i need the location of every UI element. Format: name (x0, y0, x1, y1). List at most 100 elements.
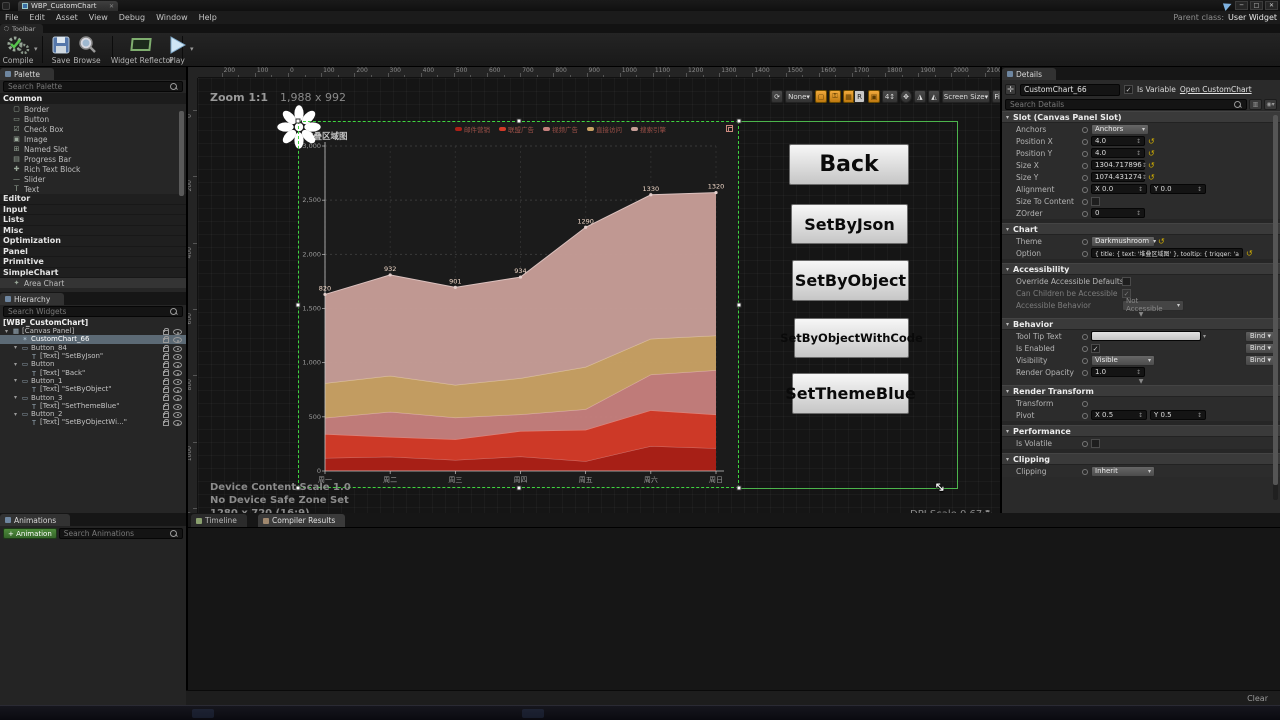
palette-category-lists[interactable]: Lists (0, 215, 186, 226)
position-x-field[interactable]: 4.0↕ (1091, 136, 1145, 146)
hierarchy-row-button-2[interactable]: ▾▭Button_2 (0, 410, 186, 418)
compiler-results-tab[interactable]: Compiler Results (258, 514, 345, 527)
hierarchy-row-customchart-66[interactable]: ✶CustomChart_66 (0, 335, 186, 343)
taskbar-item[interactable] (192, 709, 214, 718)
palette-item-button[interactable]: ▭Button (0, 114, 186, 124)
lock-icon[interactable] (163, 413, 169, 418)
lock-icon[interactable] (163, 388, 169, 393)
document-tab[interactable]: WBP_CustomChart ✕ (18, 1, 118, 11)
selection-handle[interactable] (296, 119, 301, 124)
canvas-button-setthemeblue[interactable]: SetThemeBlue (792, 373, 909, 414)
hierarchy-row--text-back-[interactable]: Ｔ[Text] "Back" (0, 368, 186, 376)
visibility-bind-button[interactable]: Bind▾ (1245, 355, 1276, 366)
hierarchy-search-input[interactable]: Search Widgets (3, 306, 183, 317)
selection-handle[interactable] (737, 119, 742, 124)
visibility-eye-icon[interactable] (173, 387, 182, 393)
pixel-snap-button[interactable]: ▣ (868, 90, 880, 103)
palette-item-check-box[interactable]: ☑Check Box (0, 124, 186, 134)
lock-icon[interactable] (163, 371, 169, 376)
palette-search-input[interactable]: Search Palette (3, 81, 183, 92)
hierarchy-row-button-84[interactable]: ▾▭Button_84 (0, 344, 186, 352)
palette-item-border[interactable]: ▢Border (0, 104, 186, 114)
menu-item-file[interactable]: File (5, 13, 18, 22)
tooltip-bind-button[interactable]: Bind▾ (1245, 331, 1276, 342)
section-performance[interactable]: ▾Performance (1002, 425, 1280, 437)
menu-item-edit[interactable]: Edit (29, 13, 45, 22)
play-options-caret[interactable]: ▾ (190, 45, 194, 53)
expand-arrow-icon[interactable]: ▾ (12, 344, 19, 351)
alignment-x-field[interactable]: X 0.0↕ (1091, 184, 1147, 194)
add-animation-button[interactable]: + Animation (3, 528, 57, 539)
menu-item-window[interactable]: Window (156, 13, 188, 22)
palette-tab[interactable]: Palette (0, 68, 54, 80)
animations-tab[interactable]: Animations (0, 514, 70, 526)
is-volatile-checkbox[interactable] (1091, 439, 1100, 448)
canvas-button-setbyobjectwithcode[interactable]: SetByObjectWithCode (794, 318, 909, 358)
hierarchy-root[interactable]: [WBP_CustomChart] (0, 318, 186, 327)
details-search-input[interactable]: Search Details (1005, 99, 1247, 110)
pivot-y-field[interactable]: Y 0.5↕ (1150, 410, 1206, 420)
clear-button[interactable]: Clear (1247, 694, 1268, 703)
palette-item-slider[interactable]: —Slider (0, 174, 186, 184)
palette-category-panel[interactable]: Panel (0, 247, 186, 258)
lock-toggle-button[interactable]: ⚿ (829, 90, 841, 103)
outline-toggle-button[interactable]: ▢ (815, 90, 827, 103)
preview-background-button[interactable]: ◮ (914, 90, 926, 103)
visibility-eye-icon[interactable] (173, 329, 182, 335)
selection-handle[interactable] (516, 119, 521, 124)
hierarchy-row--text-setbyobject-[interactable]: Ｔ[Text] "SetByObject" (0, 385, 186, 393)
palette-category-optimization[interactable]: Optimization (0, 236, 186, 247)
designer-viewport[interactable]: 2001000100200300400500600700800900100011… (188, 67, 1000, 513)
revert-icon[interactable]: ↺ (1158, 237, 1165, 246)
move-widget-button[interactable]: ✥ (900, 90, 912, 103)
screen-size-dropdown[interactable]: Screen Size▾ (942, 90, 990, 103)
lock-icon[interactable] (163, 363, 169, 368)
revert-icon[interactable]: ↺ (1148, 173, 1155, 182)
grid-snap-size-stepper[interactable]: 4↕ (882, 90, 898, 103)
browse-button[interactable]: Browse (70, 35, 104, 65)
section-clipping[interactable]: ▾Clipping (1002, 453, 1280, 465)
zorder-field[interactable]: 0↕ (1091, 208, 1145, 218)
palette-category-misc[interactable]: Misc (0, 226, 186, 237)
visibility-eye-icon[interactable] (173, 337, 182, 343)
hierarchy-row-button-1[interactable]: ▾▭Button_1 (0, 377, 186, 385)
advanced-expander[interactable]: ▼ (1002, 378, 1280, 385)
selection-handle[interactable] (516, 486, 521, 491)
canvas-button-setbyjson[interactable]: SetByJson (791, 204, 908, 244)
palette-item-image[interactable]: ▣Image (0, 134, 186, 144)
lock-icon[interactable] (163, 421, 169, 426)
feedback-icon[interactable] (1223, 1, 1233, 11)
selection-handle[interactable] (296, 302, 301, 307)
visibility-eye-icon[interactable] (173, 395, 182, 401)
visibility-eye-icon[interactable] (173, 370, 182, 376)
canvas-button-setbyobject[interactable]: SetByObject (792, 260, 909, 301)
fill-screen-dropdown[interactable]: Fill Screen▾ (992, 90, 1000, 103)
lock-icon[interactable] (163, 338, 169, 343)
tooltip-text-field[interactable] (1091, 331, 1201, 341)
canvas-button-back[interactable]: Back (789, 144, 909, 185)
compile-button[interactable]: Compile (1, 35, 35, 65)
anchors-dropdown[interactable]: Anchors▾ (1091, 124, 1149, 135)
palette-category-input[interactable]: Input (0, 205, 186, 216)
palette-category-primitive[interactable]: Primitive (0, 257, 186, 268)
expand-arrow-icon[interactable]: ▾ (12, 394, 19, 401)
section-render-transform[interactable]: ▾Render Transform (1002, 385, 1280, 397)
menu-item-view[interactable]: View (89, 13, 108, 22)
render-opacity-field[interactable]: 1.0↕ (1091, 367, 1145, 377)
animations-search-input[interactable]: Search Animations (59, 528, 183, 539)
details-scrollbar[interactable] (1273, 115, 1278, 500)
visibility-eye-icon[interactable] (173, 346, 182, 352)
compiler-results-panel[interactable] (188, 527, 1280, 690)
lock-icon[interactable] (163, 330, 169, 335)
menu-item-asset[interactable]: Asset (56, 13, 78, 22)
lock-icon[interactable] (163, 380, 169, 385)
section-slot[interactable]: ▾Slot (Canvas Panel Slot) (1002, 111, 1280, 123)
visibility-eye-icon[interactable] (173, 412, 182, 418)
window-minimize-button[interactable]: ─ (1235, 1, 1248, 10)
palette-item-text[interactable]: ＴText (0, 184, 186, 194)
hierarchy-row--canvas-panel-[interactable]: ▾▦[Canvas Panel] (0, 327, 186, 335)
hierarchy-tab[interactable]: Hierarchy (0, 293, 64, 305)
rotation-mode-button[interactable]: ⟳ (771, 90, 783, 103)
palette-item-named-slot[interactable]: ⊞Named Slot (0, 144, 186, 154)
palette-category-editor[interactable]: Editor (0, 194, 186, 205)
